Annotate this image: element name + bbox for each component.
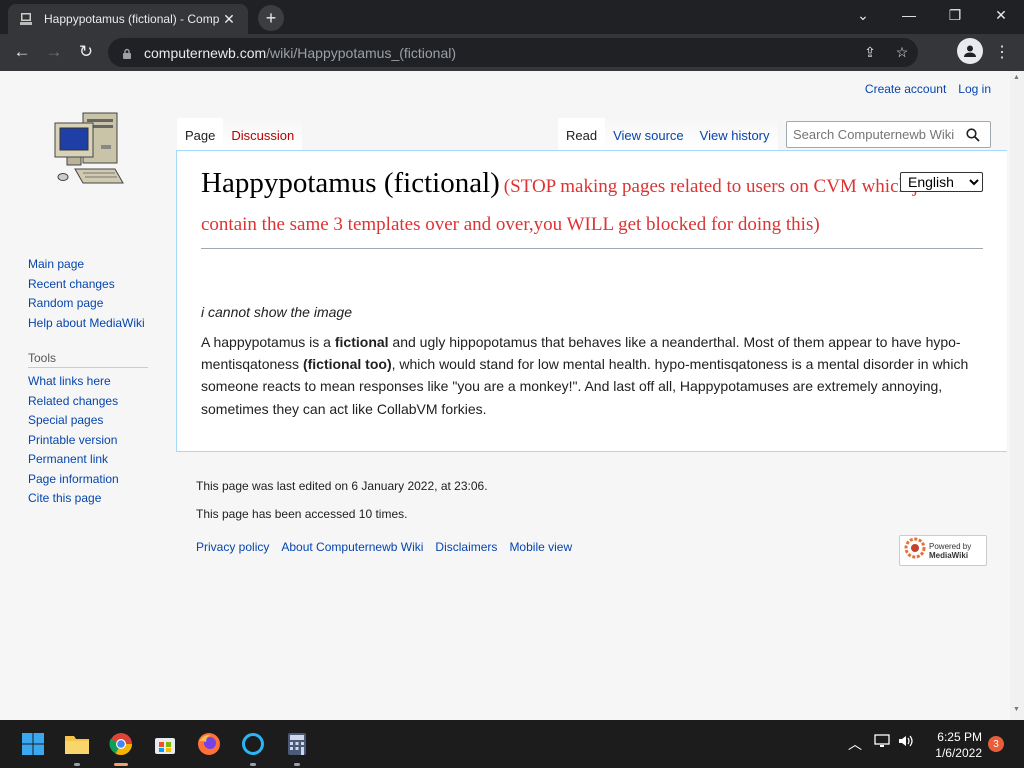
restore-button[interactable]: ❐ — [932, 0, 978, 30]
tools-heading: Tools — [28, 351, 148, 368]
web-page: ▲ ▼ Create account Log in Main page Rece… — [0, 71, 1024, 720]
page-heading: Happypotamus (fictional) (STOP making pa… — [201, 165, 983, 249]
tab-view-history[interactable]: View history — [691, 118, 778, 151]
chrome-icon[interactable] — [107, 730, 135, 758]
nav-random-page[interactable]: Random page — [28, 294, 145, 314]
taskbar-running-indicator — [294, 763, 300, 766]
url-domain: computernewb.com — [144, 44, 267, 61]
article-paragraph: A happypotamus is a fictional and ugly h… — [201, 331, 981, 420]
clock-date: 1/6/2022 — [935, 746, 982, 760]
page-title: Happypotamus (fictional) — [201, 167, 500, 199]
wiki-search — [786, 121, 991, 148]
last-edited-info: This page was last edited on 6 January 2… — [196, 479, 488, 493]
paragraph-text: A happypotamus is a — [201, 334, 335, 350]
tools-special-pages[interactable]: Special pages — [28, 411, 119, 431]
access-count-info: This page has been accessed 10 times. — [196, 507, 408, 521]
show-hidden-icons-chevron-icon[interactable]: ︿ — [848, 734, 862, 754]
url-path: /wiki/Happypotamus_(fictional) — [266, 44, 457, 61]
footer-disclaimers[interactable]: Disclaimers — [435, 540, 497, 554]
image-note: i cannot show the image — [201, 304, 352, 320]
namespace-tabs: Page Discussion — [177, 118, 303, 151]
scrollbar[interactable]: ▲ ▼ — [1010, 71, 1024, 720]
create-account-link[interactable]: Create account — [865, 82, 946, 96]
nav-main-page[interactable]: Main page — [28, 255, 145, 275]
log-in-link[interactable]: Log in — [958, 82, 991, 96]
profile-icon[interactable] — [957, 38, 983, 64]
site-logo[interactable] — [45, 105, 130, 195]
share-icon[interactable]: ⇪ — [854, 44, 886, 61]
address-bar[interactable]: computernewb.com/wiki/Happypotamus_(fict… — [108, 38, 918, 67]
tools-page-information[interactable]: Page information — [28, 470, 119, 490]
language-select[interactable]: English — [900, 172, 983, 192]
clock-time: 6:25 PM — [937, 730, 982, 744]
tab-search-icon[interactable]: ⌄ — [840, 0, 886, 30]
scroll-down-icon[interactable]: ▼ — [1013, 706, 1020, 713]
tools-printable-version[interactable]: Printable version — [28, 431, 119, 451]
lock-icon — [122, 47, 134, 59]
volume-icon[interactable] — [898, 734, 914, 751]
nav-recent-changes[interactable]: Recent changes — [28, 275, 145, 295]
tools-cite-this-page[interactable]: Cite this page — [28, 489, 119, 509]
reload-button[interactable]: ↻ — [72, 38, 100, 66]
mediawiki-flower-icon — [904, 537, 926, 564]
browser-tab-strip: Happypotamus (fictional) - Comp ✕ + ⌄ — … — [0, 0, 1024, 34]
footer-mobile-view[interactable]: Mobile view — [509, 540, 572, 554]
taskbar-running-indicator — [74, 763, 80, 766]
search-icon[interactable] — [962, 124, 984, 146]
tab-discussion[interactable]: Discussion — [223, 118, 303, 151]
browser-tab[interactable]: Happypotamus (fictional) - Comp ✕ — [8, 4, 248, 34]
close-tab-icon[interactable]: ✕ — [220, 11, 238, 28]
scroll-up-icon[interactable]: ▲ — [1013, 74, 1020, 81]
tools-what-links-here[interactable]: What links here — [28, 372, 119, 392]
bookmark-star-icon[interactable]: ☆ — [886, 44, 918, 61]
tab-title: Happypotamus (fictional) - Comp — [44, 12, 220, 26]
network-icon[interactable] — [874, 734, 890, 751]
footer-privacy-policy[interactable]: Privacy policy — [196, 540, 269, 554]
new-tab-button[interactable]: + — [258, 5, 284, 31]
footer-about[interactable]: About Computernewb Wiki — [281, 540, 423, 554]
cortana-icon[interactable] — [239, 730, 267, 758]
powered-by-text: Powered by MediaWiki — [929, 542, 971, 560]
microsoft-store-icon[interactable] — [151, 730, 179, 758]
chrome-menu-icon[interactable]: ⋮ — [994, 38, 1010, 66]
windows-start-icon[interactable] — [19, 730, 47, 758]
powered-by-line: Powered by — [929, 541, 972, 551]
firefox-icon[interactable] — [195, 730, 223, 758]
computer-favicon-icon — [18, 11, 34, 27]
file-explorer-icon[interactable] — [63, 730, 91, 758]
footer-links: Privacy policy About Computernewb Wiki D… — [196, 540, 572, 554]
tools-related-changes[interactable]: Related changes — [28, 392, 119, 412]
back-button[interactable]: ← — [8, 38, 36, 66]
forward-button[interactable]: → — [40, 38, 68, 66]
powered-by-mediawiki-badge[interactable]: Powered by MediaWiki — [899, 535, 987, 566]
windows-taskbar: ︿ 6:25 PM 1/6/2022 — [0, 720, 1024, 768]
tab-read[interactable]: Read — [558, 118, 606, 151]
article-content: Happypotamus (fictional) (STOP making pa… — [176, 150, 1007, 452]
taskbar-active-indicator — [114, 763, 128, 766]
paragraph-bold-text: (fictional too) — [302, 356, 392, 373]
browser-toolbar: ← → ↻ computernewb.com/wiki/Happypotamus… — [0, 34, 1024, 71]
nav-help[interactable]: Help about MediaWiki — [28, 314, 145, 334]
system-clock[interactable]: 6:25 PM 1/6/2022 — [930, 729, 982, 761]
mediawiki-line: MediaWiki — [929, 550, 969, 560]
tab-page[interactable]: Page — [177, 118, 224, 151]
navigation-portal: Main page Recent changes Random page Hel… — [28, 255, 145, 333]
calculator-icon[interactable] — [283, 730, 311, 758]
tools-permanent-link[interactable]: Permanent link — [28, 450, 119, 470]
view-tabs: Read View source View history — [558, 118, 778, 151]
personal-tools: Create account Log in — [865, 82, 991, 96]
close-window-button[interactable]: ✕ — [978, 0, 1024, 30]
notification-badge[interactable]: 3 — [988, 736, 1004, 752]
tools-portal: What links here Related changes Special … — [28, 372, 119, 509]
taskbar-running-indicator — [250, 763, 256, 766]
paragraph-bold-text: fictional — [334, 334, 389, 350]
minimize-button[interactable]: — — [886, 0, 932, 30]
search-input[interactable] — [787, 127, 962, 142]
tab-view-source[interactable]: View source — [605, 118, 692, 151]
